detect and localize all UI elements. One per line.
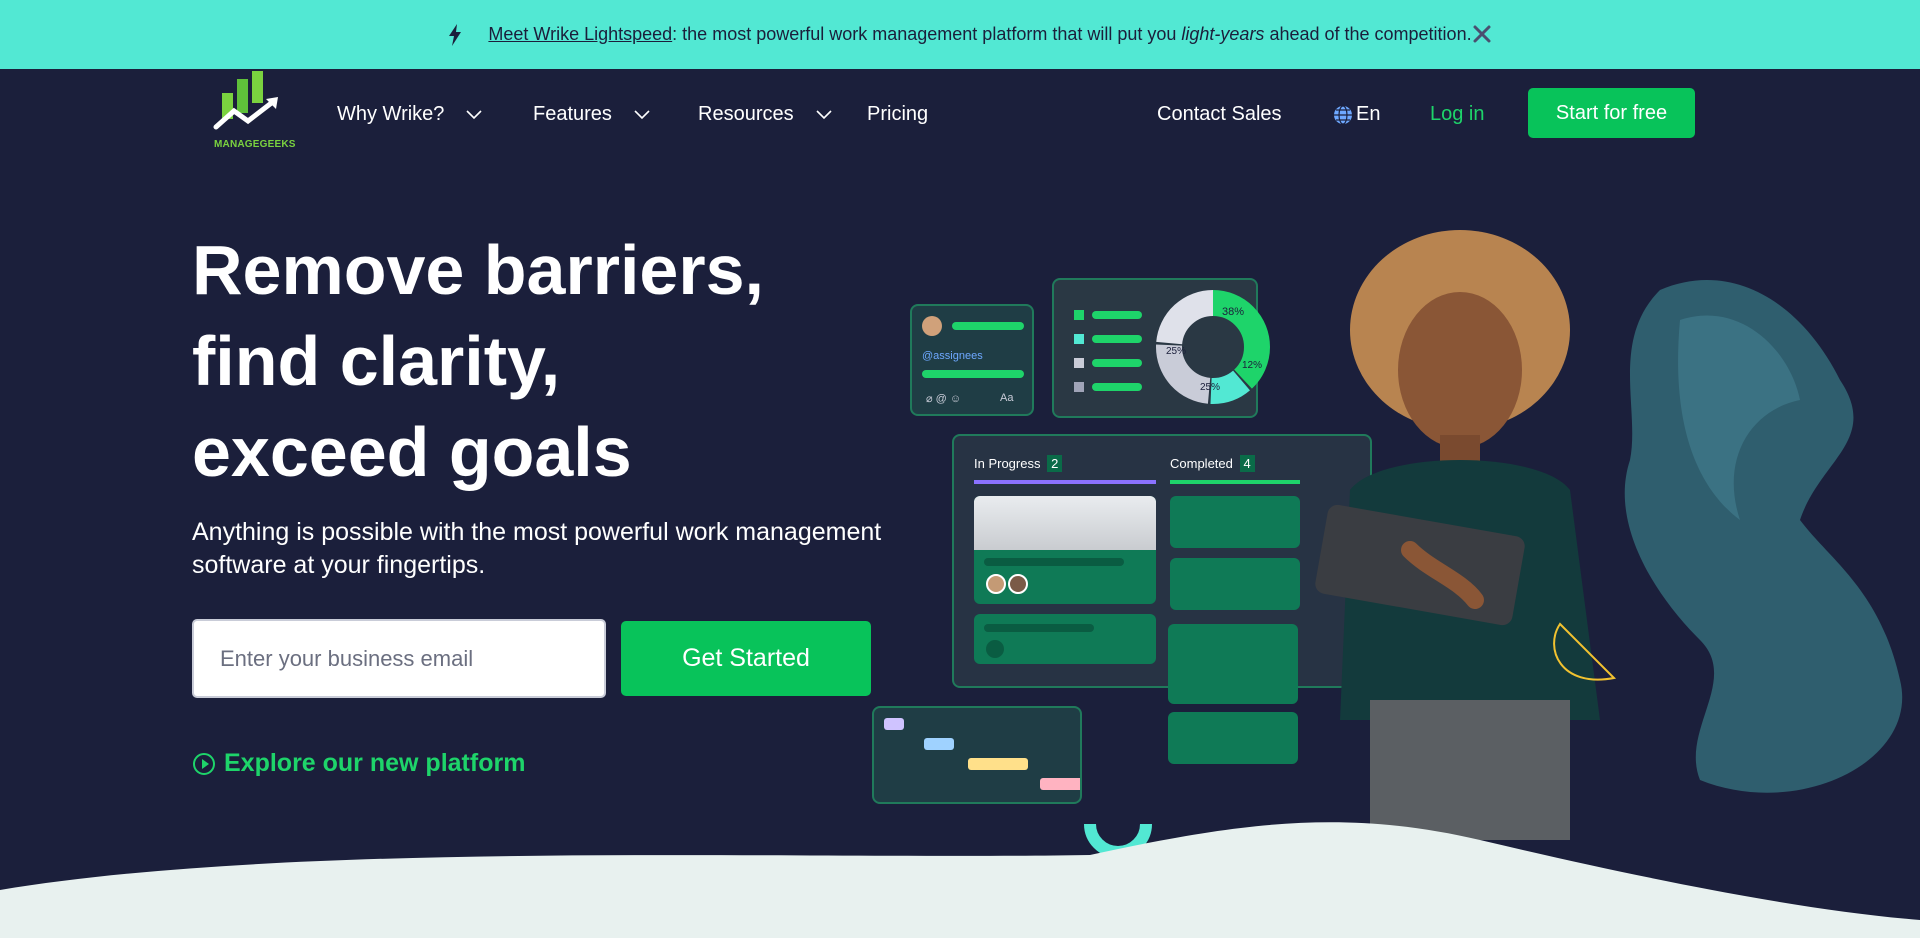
nav-label: Resources [698,103,794,125]
nav-features[interactable]: Features [533,103,650,126]
column-label: Completed [1170,456,1233,471]
language-label: En [1356,103,1381,125]
lightning-icon [449,23,462,46]
donut-label: 12% [1242,360,1263,371]
banner-text-end: ahead of the competition. [1264,24,1472,44]
language-selector[interactable]: En [1332,103,1380,126]
login-link[interactable]: Log in [1430,103,1485,126]
logo-text: MANAGEGEEKS [214,139,296,150]
nav-resources[interactable]: Resources [698,103,832,126]
gantt-bar [968,758,1028,770]
logo-chart-icon [213,71,278,130]
donut-label: 25% [1200,382,1221,393]
legend-item [1074,382,1084,392]
banner-link[interactable]: Meet Wrike Lightspeed [488,24,672,44]
chevron-down-icon [816,109,832,119]
avatar [922,316,942,336]
gantt-bar [884,718,904,730]
add-user-icon [986,640,1004,658]
comment-toolbar-icons: ⌀ @ ☺ [926,393,962,405]
woman-with-tablet-illustration [1315,230,1600,840]
explore-platform-link[interactable]: Explore our new platform [192,749,525,778]
chevron-down-icon [466,109,482,119]
task-image [974,496,1156,550]
count-badge: 2 [1047,455,1063,472]
column-in-progress: In Progress 2 [974,455,1063,472]
count-badge: 4 [1239,455,1255,472]
hero-title-line: Remove barriers, [192,231,764,309]
logo[interactable]: MANAGEGEEKS [212,69,298,153]
format-label: Aa [1000,392,1014,404]
donut-label: 25% [1166,346,1187,357]
hero-subtitle: Anything is possible with the most power… [192,518,882,579]
chevron-down-icon [634,109,650,119]
legend-item [1074,334,1084,344]
column-underline [974,480,1156,484]
comment-card: @assignees ⌀ @ ☺ Aa [910,304,1034,416]
close-icon[interactable] [1470,22,1494,46]
hero-title-line: find clarity, [192,322,561,400]
mention-text: @assignees [922,350,983,362]
explore-label: Explore our new platform [224,749,526,777]
donut-chart-card: 38% 12% 25% 25% [1052,278,1270,418]
email-input[interactable] [192,619,606,698]
hero-illustration: @assignees ⌀ @ ☺ Aa 38% 12% 25% 25% In P… [860,200,1920,860]
yellow-semicircle-shape [1553,622,1617,681]
donut-label: 38% [1222,306,1245,318]
gantt-bar [1040,778,1080,790]
announcement-banner: Meet Wrike Lightspeed: the most powerful… [0,0,1920,69]
task-card [974,614,1156,664]
gantt-bar [924,738,954,750]
globe-icon [1334,104,1352,125]
nav-label: Why Wrike? [337,103,445,125]
nav-label: Pricing [867,103,929,125]
column-completed: Completed 4 [1170,455,1255,472]
banner-text: : the most powerful work management plat… [672,24,1182,44]
get-started-button[interactable]: Get Started [621,621,871,696]
legend-item [1074,358,1084,368]
nav-why-wrike[interactable]: Why Wrike? [337,103,482,126]
hero-title: Remove barriers, find clarity, exceed go… [192,225,764,498]
nav-label: Features [533,103,612,125]
bottom-wave [0,822,1920,938]
avatar [1008,574,1028,594]
start-free-button[interactable]: Start for free [1528,88,1695,138]
column-label: In Progress [974,456,1041,471]
banner-italic: light-years [1181,24,1265,44]
hero-title-line: exceed goals [192,413,632,491]
legend-item [1074,310,1084,320]
top-nav: MANAGEGEEKS Why Wrike? Features Resource… [0,69,1920,159]
task-card [974,496,1156,604]
gantt-card [872,706,1082,804]
avatar [986,574,1006,594]
nav-pricing[interactable]: Pricing [867,103,928,126]
contact-sales-link[interactable]: Contact Sales [1157,103,1282,126]
play-circle-icon [193,752,215,775]
